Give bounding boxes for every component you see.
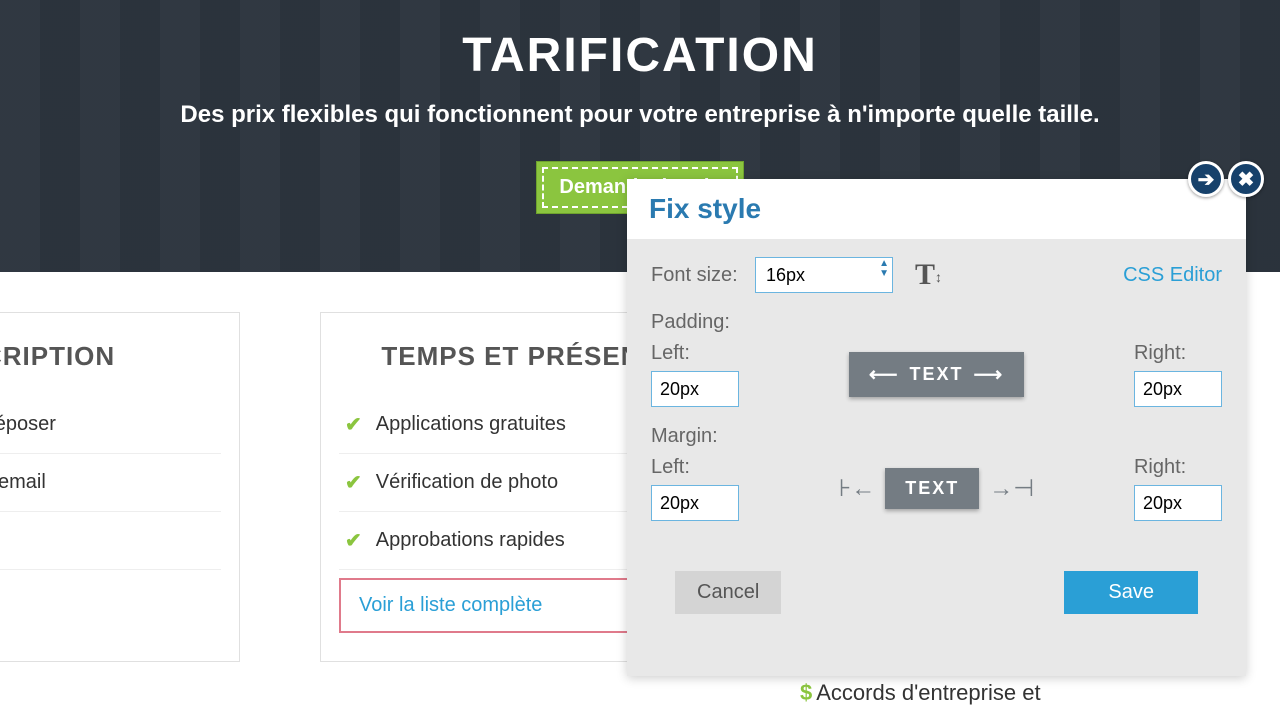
dollar-icon: $	[800, 680, 812, 706]
panel-title: Fix style	[627, 179, 1246, 239]
stepper-icon[interactable]: ▲▼	[879, 259, 889, 279]
card-inscription: NSCRIPTION ✔face glisser-déposer ✔ier pa…	[0, 312, 240, 662]
feature-item: ✔èles faciles	[0, 512, 221, 570]
close-button[interactable]: ✖	[1228, 161, 1264, 197]
margin-right-label: Right:	[1134, 456, 1222, 479]
arrow-right-icon: ⟶	[974, 362, 1005, 387]
padding-label: Padding:	[651, 311, 1222, 334]
margin-preview: ⊦← TEXT →⊣	[839, 468, 1034, 509]
hero-title: TARIFICATION	[0, 28, 1280, 83]
feature-enterprise: $Accords d'entreprise et	[800, 680, 1041, 706]
check-icon: ✔	[345, 470, 362, 495]
feature-item: ✔face glisser-déposer	[0, 396, 221, 454]
text-size-icon: T↕	[915, 258, 942, 292]
fix-style-panel: ➔ ✖ Fix style Font size: ▲▼ T↕ CSS Edito…	[627, 179, 1246, 676]
margin-left-label: Left:	[651, 456, 739, 479]
arrow-left-icon: ⟵	[869, 362, 900, 387]
margin-right-input[interactable]	[1134, 485, 1222, 521]
margin-label: Margin:	[651, 425, 1222, 448]
hero-subtitle: Des prix flexibles qui fonctionnent pour…	[0, 101, 1280, 129]
font-size-label: Font size:	[651, 264, 739, 287]
check-icon: ✔	[345, 412, 362, 437]
padding-left-input[interactable]	[651, 371, 739, 407]
save-button[interactable]: Save	[1064, 571, 1198, 614]
padding-right-input[interactable]	[1134, 371, 1222, 407]
css-editor-link[interactable]: CSS Editor	[1123, 264, 1222, 287]
next-arrow-button[interactable]: ➔	[1188, 161, 1224, 197]
padding-preview: ⟵ TEXT ⟶	[849, 352, 1024, 397]
feature-item: ✔ier par SMS / email	[0, 454, 221, 512]
margin-left-input[interactable]	[651, 485, 739, 521]
padding-right-label: Right:	[1134, 342, 1222, 365]
check-icon: ✔	[345, 528, 362, 553]
font-size-input[interactable]	[755, 257, 893, 293]
cancel-button[interactable]: Cancel	[675, 571, 781, 614]
padding-left-label: Left:	[651, 342, 739, 365]
card-title: NSCRIPTION	[0, 341, 221, 372]
